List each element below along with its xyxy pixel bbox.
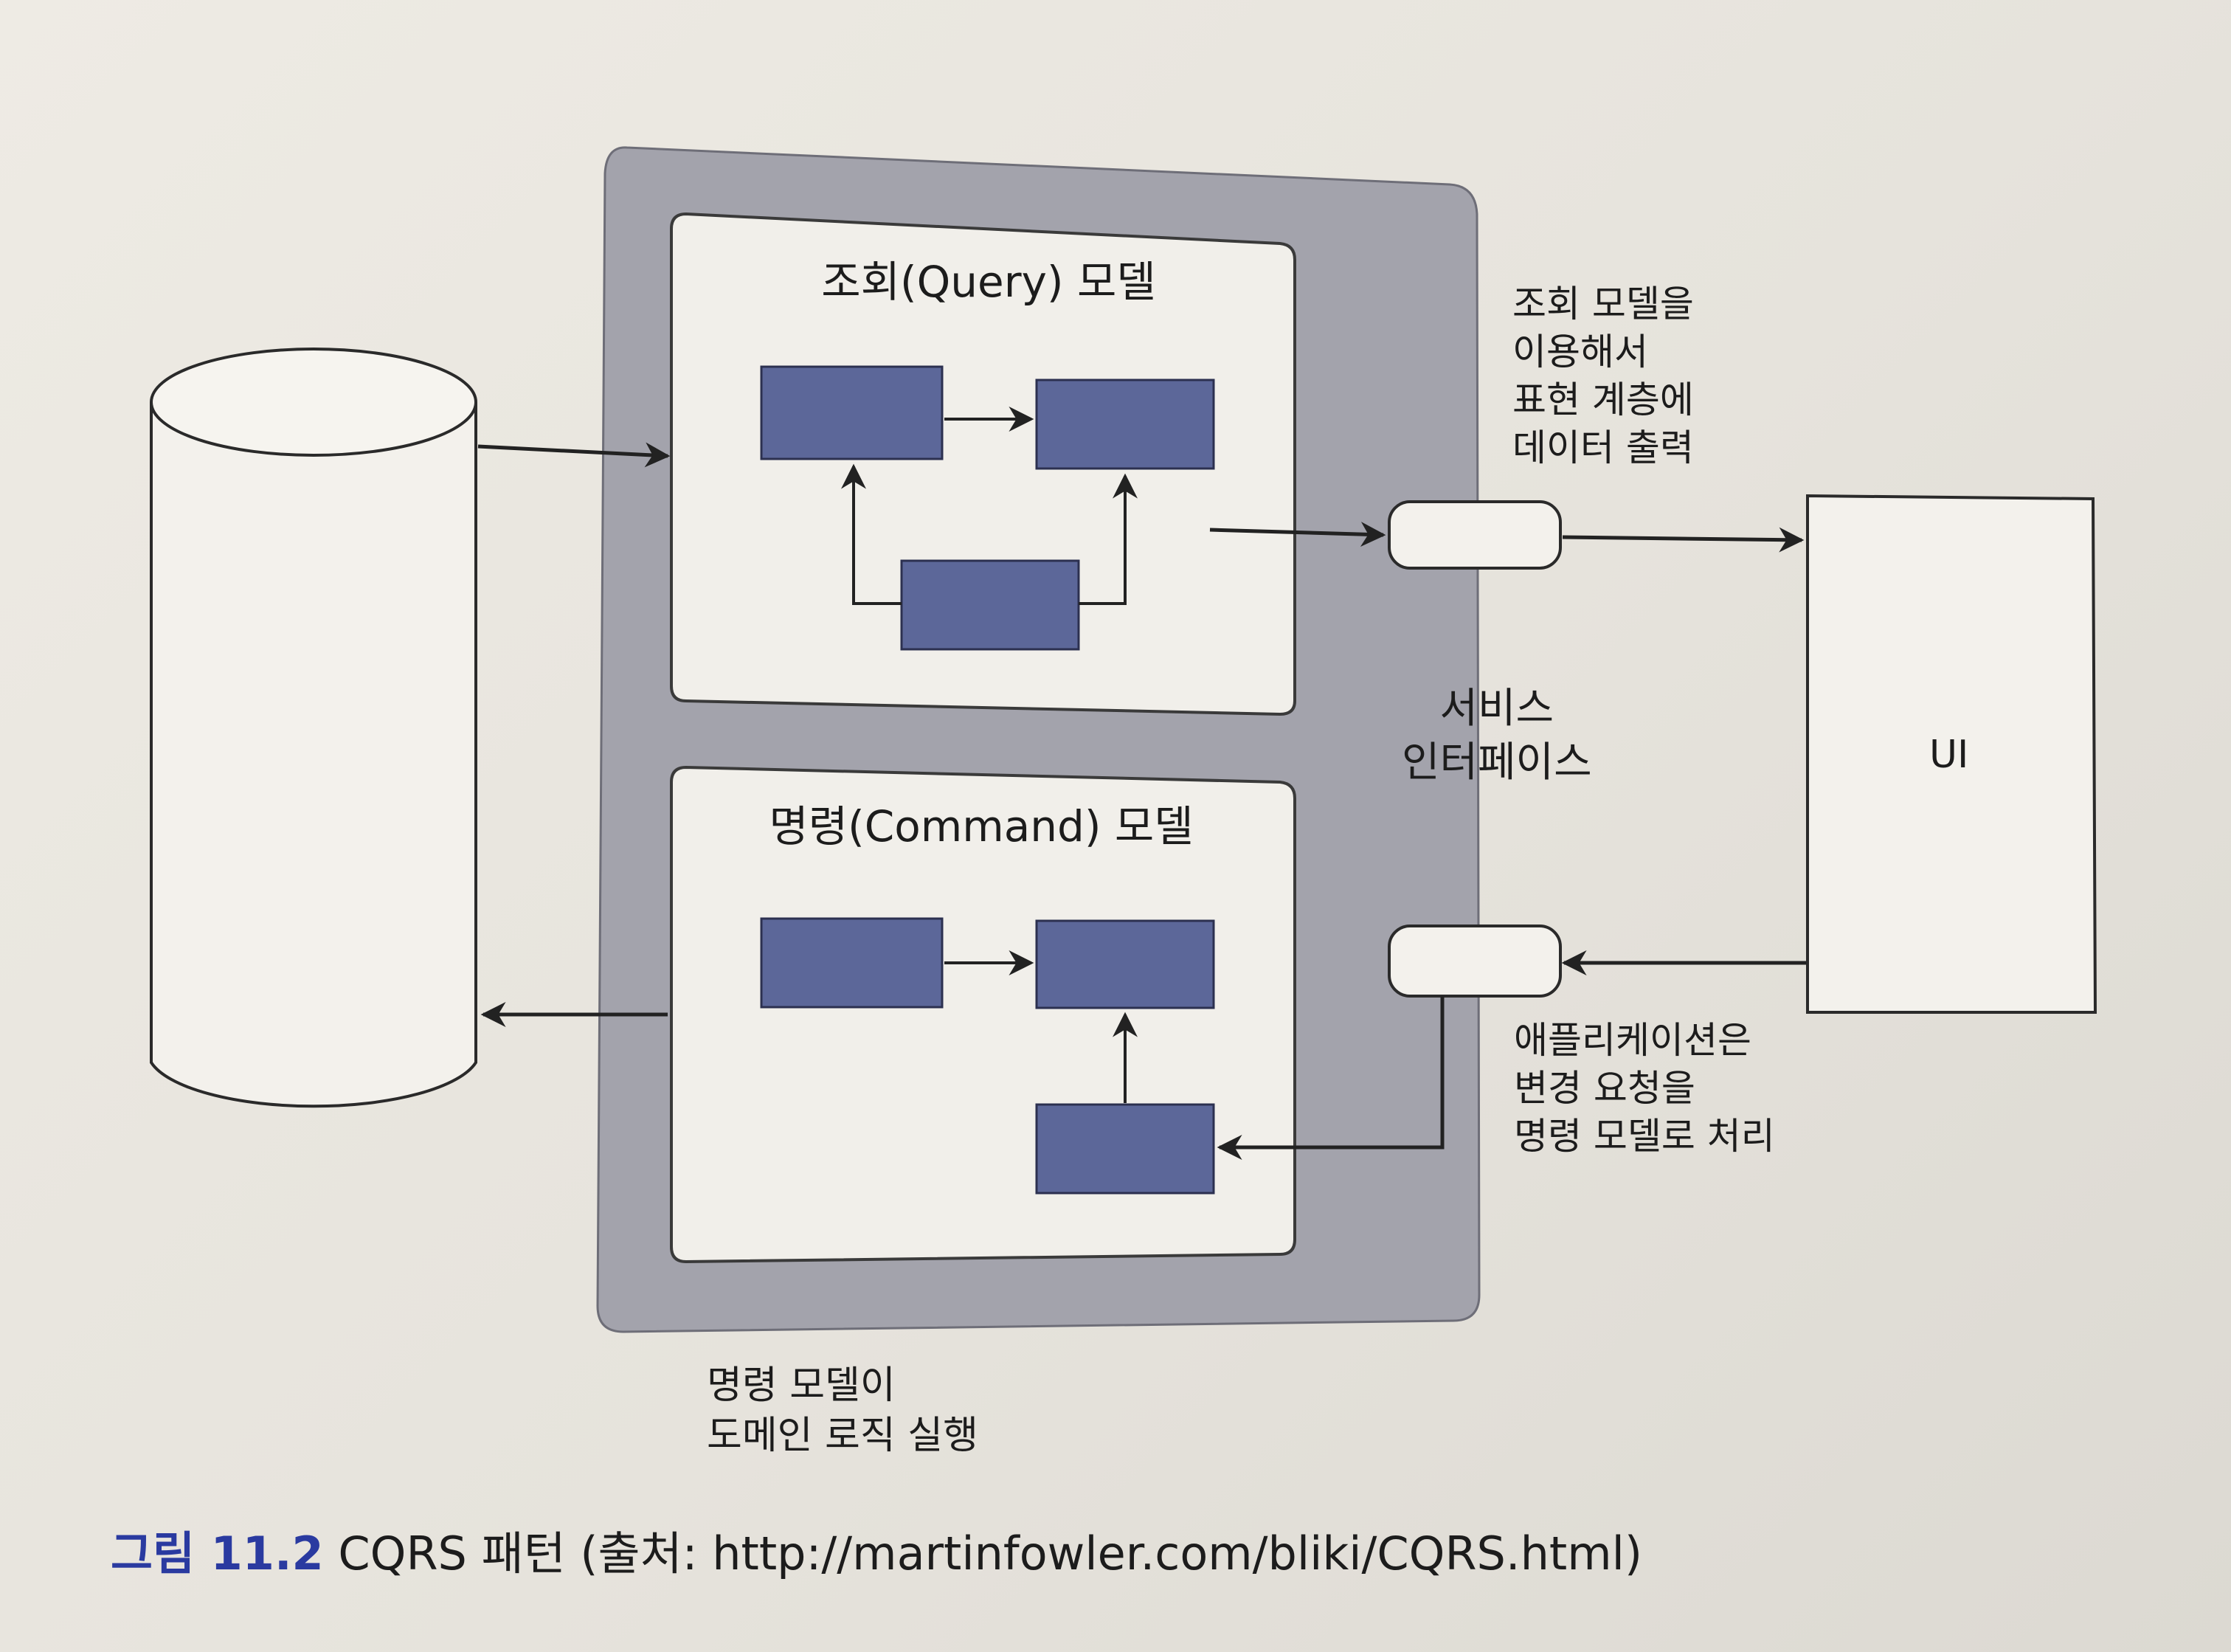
command-note: 애플리케이션은 변경 요청을 명령 모델로 처리: [1514, 1019, 1775, 1158]
ui-label: UI: [1929, 733, 1969, 777]
query-object-3: [900, 559, 1080, 651]
query-service-interface: [1388, 500, 1562, 570]
database-cylinder: [150, 348, 477, 1108]
query-object-1: [760, 365, 944, 460]
figure-caption: 그림 11.2 CQRS 패턴 (출처: http://martinfowler…: [111, 1516, 1642, 1583]
command-service-interface: [1388, 925, 1562, 998]
query-model-title: 조회(Query) 모델: [821, 257, 1156, 307]
figure-caption-text: CQRS 패턴 (출처: http://martinfowler.com/bli…: [323, 1527, 1643, 1580]
command-object-2: [1035, 919, 1215, 1009]
query-object-2: [1035, 379, 1215, 470]
command-object-3: [1035, 1103, 1215, 1195]
domain-note: 명령 모델이 도메인 로직 실행: [707, 1364, 978, 1458]
command-model-title: 명령(Command) 모델: [769, 801, 1194, 851]
command-object-1: [760, 917, 944, 1009]
service-interface-label: 서비스 인터페이스: [1402, 685, 1592, 787]
arrow-interface-to-ui: [1562, 527, 1805, 553]
figure-number: 그림 11.2: [111, 1527, 324, 1580]
page: 조회(Query) 모델 명령(Command) 모델 조회 모델을 이용해서 …: [0, 0, 2231, 1652]
query-note: 조회 모델을 이용해서 표현 계층에 데이터 출력: [1512, 283, 1694, 469]
